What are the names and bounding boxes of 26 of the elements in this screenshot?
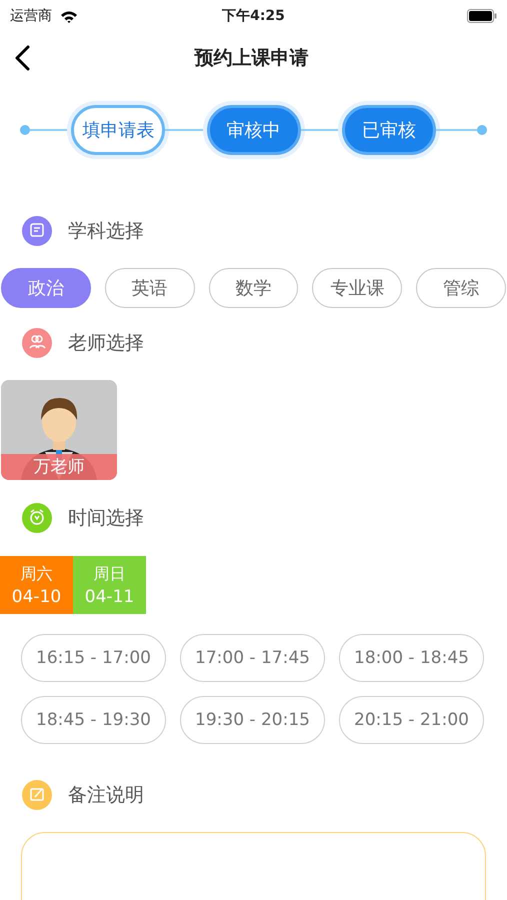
subject-chip[interactable]: 管综	[416, 268, 506, 308]
teacher-name: 万老师	[1, 454, 117, 480]
time-slot[interactable]: 19:30 - 20:15	[180, 696, 325, 744]
time-slot[interactable]: 18:00 - 18:45	[339, 634, 484, 682]
section-title: 老师选择	[68, 331, 144, 356]
time-slot[interactable]: 17:00 - 17:45	[180, 634, 325, 682]
subject-chip[interactable]: 英语	[104, 268, 195, 308]
time-slot[interactable]: 20:15 - 21:00	[339, 696, 484, 744]
subject-chip[interactable]: 政治	[1, 268, 91, 308]
carrier-name: 运营商	[10, 7, 52, 25]
teacher-card[interactable]: 万老师	[1, 380, 117, 480]
section-title: 时间选择	[68, 506, 144, 531]
day-tab[interactable]: 周六 04-10	[0, 556, 73, 614]
track-end-dot	[477, 125, 487, 135]
time-slot[interactable]: 16:15 - 17:00	[21, 634, 166, 682]
subject-chip[interactable]: 专业课	[312, 268, 402, 308]
status-time: 下午4:25	[222, 7, 285, 25]
section-title: 学科选择	[68, 219, 144, 244]
wifi-icon	[60, 10, 78, 22]
track-end-dot	[20, 125, 30, 135]
section-title: 备注说明	[68, 783, 144, 808]
connector-line	[436, 129, 477, 131]
time-slot[interactable]: 18:45 - 19:30	[21, 696, 166, 744]
page-title: 预约上课申请	[193, 46, 310, 71]
battery-icon	[466, 9, 497, 23]
subject-chip[interactable]: 数学	[208, 268, 298, 308]
